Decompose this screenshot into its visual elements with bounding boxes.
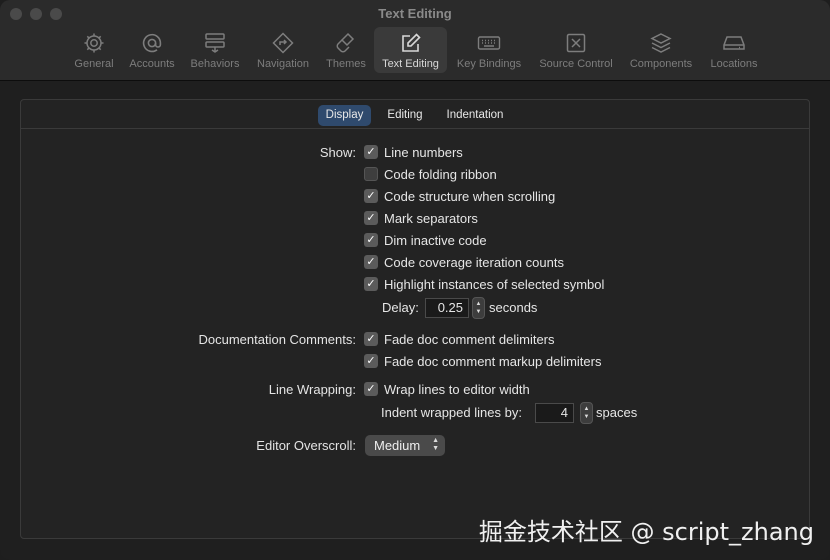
highlight-instances-option[interactable]: ✓ Highlight instances of selected symbol xyxy=(364,275,604,293)
behaviors-icon xyxy=(205,33,225,53)
editor-overscroll-label: Editor Overscroll: xyxy=(256,438,356,453)
toolbar-accounts-label: Accounts xyxy=(129,58,175,70)
mark-separators-label: Mark separators xyxy=(384,210,478,226)
delay-stepper[interactable]: ▲ ▼ xyxy=(472,297,485,319)
wrap-lines-option[interactable]: ✓ Wrap lines to editor width xyxy=(364,380,530,398)
editor-overscroll-value: Medium xyxy=(374,438,421,453)
delay-field[interactable]: 0.25 xyxy=(425,298,469,318)
toolbar-locations-label: Locations xyxy=(710,58,758,70)
show-label: Show: xyxy=(319,145,356,160)
code-structure-label: Code structure when scrolling xyxy=(384,188,556,204)
fade-doc-delimiters-option[interactable]: ✓ Fade doc comment delimiters xyxy=(364,330,555,348)
drive-icon xyxy=(723,36,745,50)
fade-doc-markup-checkbox[interactable]: ✓ xyxy=(364,354,378,368)
indent-wrapped-stepper[interactable]: ▲ ▼ xyxy=(580,402,593,424)
line-numbers-checkbox[interactable]: ✓ xyxy=(364,145,378,159)
dim-inactive-code-option[interactable]: ✓ Dim inactive code xyxy=(364,231,487,249)
line-numbers-option[interactable]: ✓ Line numbers xyxy=(364,143,463,161)
toolbar-navigation[interactable]: Navigation xyxy=(253,27,313,73)
highlight-instances-label: Highlight instances of selected symbol xyxy=(384,276,605,292)
toolbar-text-editing-label: Text Editing xyxy=(382,58,439,70)
toolbar-key-bindings-label: Key Bindings xyxy=(456,58,522,70)
toolbar-locations[interactable]: Locations xyxy=(705,27,763,73)
gear-icon xyxy=(84,33,104,53)
code-coverage-option[interactable]: ✓ Code coverage iteration counts xyxy=(364,253,564,271)
tab-indentation[interactable]: Indentation xyxy=(438,105,512,126)
at-icon xyxy=(142,33,162,53)
watermark-text: 掘金技术社区 @ script_zhang xyxy=(478,518,814,546)
line-numbers-label: Line numbers xyxy=(384,144,463,160)
dim-inactive-code-checkbox[interactable]: ✓ xyxy=(364,233,378,247)
fade-doc-markup-label: Fade doc comment markup delimiters xyxy=(384,353,602,369)
wrap-lines-checkbox[interactable]: ✓ xyxy=(364,382,378,396)
code-folding-ribbon-option[interactable]: Code folding ribbon xyxy=(364,165,497,183)
toolbar-behaviors-label: Behaviors xyxy=(190,58,240,70)
chevron-updown-icon: ▲ ▼ xyxy=(432,437,439,452)
toolbar-general-label: General xyxy=(74,58,114,70)
source-control-icon xyxy=(566,33,586,53)
code-coverage-checkbox[interactable]: ✓ xyxy=(364,255,378,269)
editor-overscroll-popup[interactable]: Medium ▲ ▼ xyxy=(365,435,445,456)
toolbar-behaviors[interactable]: Behaviors xyxy=(188,27,242,73)
indent-wrapped-field[interactable]: 4 xyxy=(535,403,574,423)
preferences-window: Text Editing General Accounts Behaviors … xyxy=(0,0,830,560)
code-structure-option[interactable]: ✓ Code structure when scrolling xyxy=(364,187,555,205)
code-coverage-label: Code coverage iteration counts xyxy=(384,254,564,270)
tab-display[interactable]: Display xyxy=(318,105,371,126)
toolbar-themes[interactable]: Themes xyxy=(323,27,369,73)
toolbar-components-label: Components xyxy=(629,58,693,70)
toolbar-navigation-label: Navigation xyxy=(257,58,309,70)
mark-separators-checkbox[interactable]: ✓ xyxy=(364,211,378,225)
delay-unit-label: seconds xyxy=(489,300,538,315)
fade-doc-delimiters-label: Fade doc comment delimiters xyxy=(384,331,555,347)
navigation-icon xyxy=(272,32,294,54)
title-bar: Text Editing General Accounts Behaviors … xyxy=(0,0,830,81)
mark-separators-option[interactable]: ✓ Mark separators xyxy=(364,209,478,227)
toolbar-accounts[interactable]: Accounts xyxy=(126,27,178,73)
code-folding-ribbon-label: Code folding ribbon xyxy=(384,166,497,182)
brush-icon xyxy=(336,32,355,53)
code-structure-checkbox[interactable]: ✓ xyxy=(364,189,378,203)
toolbar-key-bindings[interactable]: Key Bindings xyxy=(453,27,525,73)
indent-wrapped-label: Indent wrapped lines by: xyxy=(381,405,522,420)
tab-bar: Display Editing Indentation xyxy=(21,100,809,129)
documentation-comments-label: Documentation Comments: xyxy=(198,332,356,347)
tab-editing[interactable]: Editing xyxy=(378,105,432,126)
fade-doc-markup-option[interactable]: ✓ Fade doc comment markup delimiters xyxy=(364,352,601,370)
toolbar-source-control-label: Source Control xyxy=(539,58,613,70)
fade-doc-delimiters-checkbox[interactable]: ✓ xyxy=(364,332,378,346)
indent-unit-label: spaces xyxy=(596,405,638,420)
code-folding-ribbon-checkbox[interactable] xyxy=(364,167,378,181)
toolbar-themes-label: Themes xyxy=(326,58,366,70)
toolbar-text-editing[interactable]: Text Editing xyxy=(374,27,447,73)
toolbar-components[interactable]: Components xyxy=(626,27,696,73)
delay-label: Delay: xyxy=(382,300,419,315)
layers-icon xyxy=(650,33,672,53)
keyboard-icon xyxy=(477,36,501,50)
line-wrapping-label: Line Wrapping: xyxy=(268,382,356,397)
wrap-lines-label: Wrap lines to editor width xyxy=(384,381,530,397)
pencil-square-icon xyxy=(401,33,421,52)
toolbar-source-control[interactable]: Source Control xyxy=(534,27,618,73)
dim-inactive-code-label: Dim inactive code xyxy=(384,232,487,248)
highlight-instances-checkbox[interactable]: ✓ xyxy=(364,277,378,291)
window-title: Text Editing xyxy=(378,6,452,21)
toolbar-general[interactable]: General xyxy=(72,27,116,73)
